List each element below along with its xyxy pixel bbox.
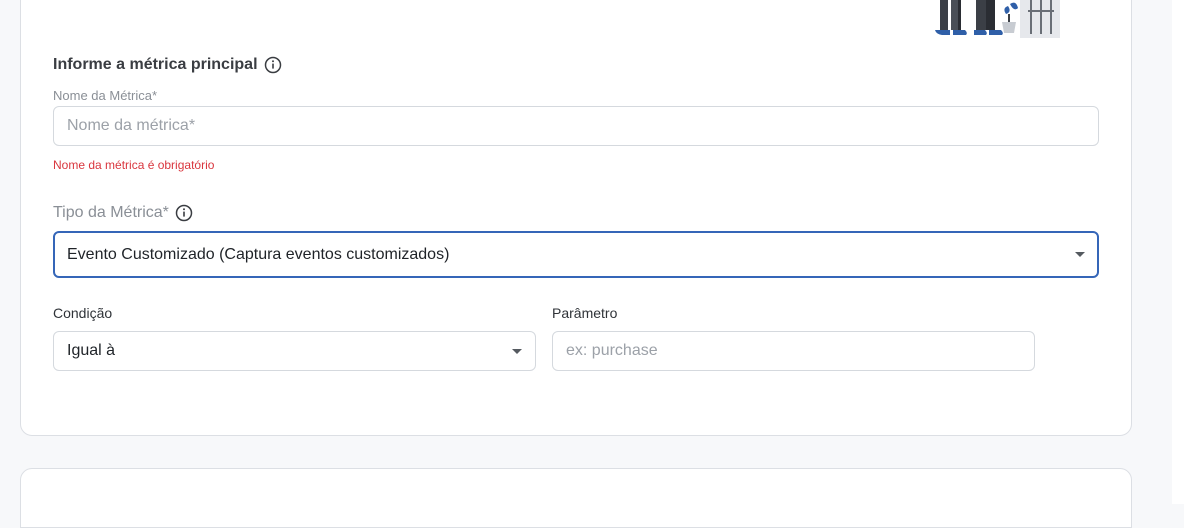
metric-type-label-text: Tipo da Métrica*	[53, 204, 169, 221]
metric-type-label: Tipo da Métrica*	[53, 203, 193, 223]
info-circle-icon[interactable]	[264, 56, 282, 74]
caret-down-icon	[512, 348, 522, 354]
metric-name-error: Nome da métrica é obrigatório	[53, 158, 215, 172]
metric-type-select[interactable]: Evento Customizado (Captura eventos cust…	[53, 231, 1099, 278]
metric-type-value: Evento Customizado (Captura eventos cust…	[67, 245, 450, 263]
condition-value: Igual à	[67, 342, 116, 359]
parameter-input[interactable]	[552, 331, 1035, 371]
section-title: Informe a métrica principal	[53, 55, 282, 75]
parameter-label: Parâmetro	[552, 305, 618, 321]
condition-select[interactable]: Igual à	[53, 331, 536, 371]
condition-label: Condição	[53, 305, 113, 321]
caret-down-icon	[1075, 252, 1085, 257]
metric-name-input[interactable]	[53, 106, 1099, 146]
next-card	[20, 468, 1132, 528]
section-title-text: Informe a métrica principal	[53, 56, 258, 73]
people-illustration	[935, 0, 1060, 38]
info-circle-icon[interactable]	[175, 204, 193, 222]
metric-name-label: Nome da Métrica*	[53, 88, 158, 103]
scrollbar-track[interactable]	[1172, 0, 1184, 504]
